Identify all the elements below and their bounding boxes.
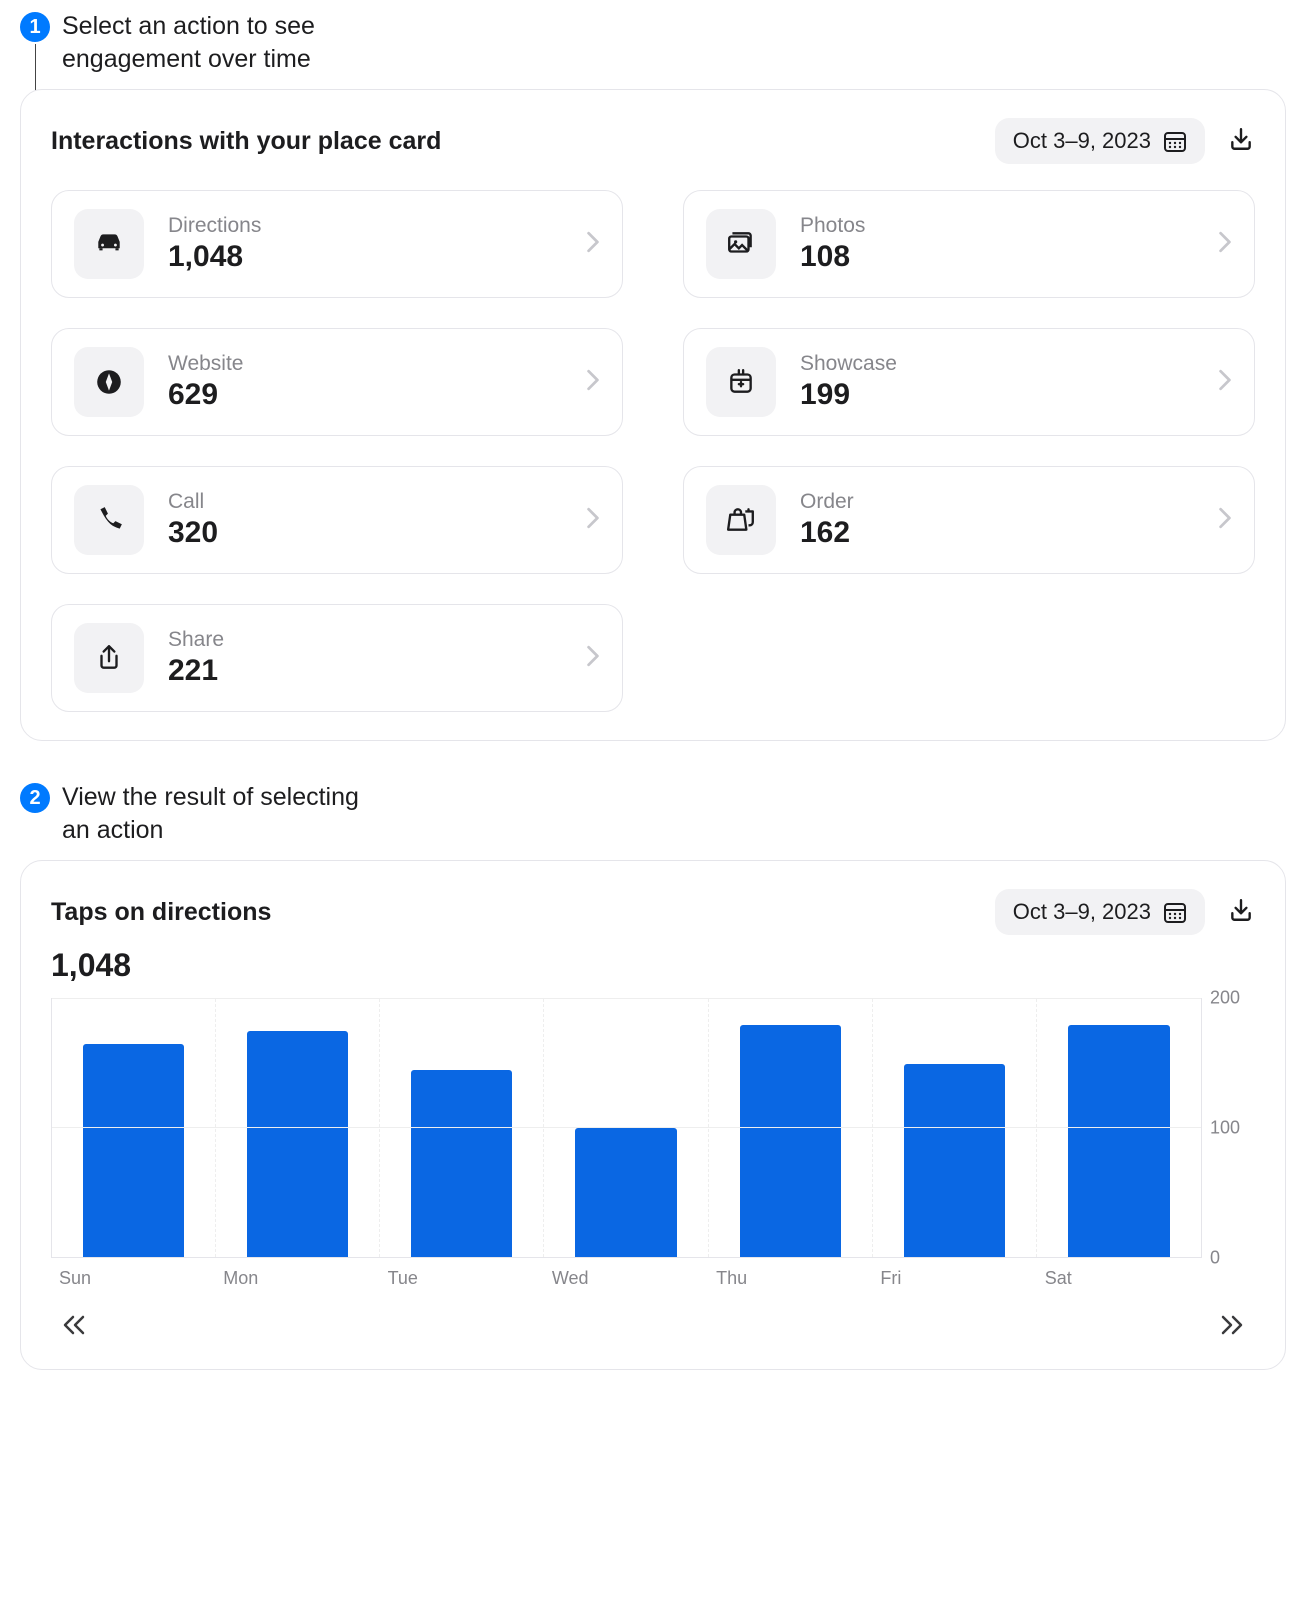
chart-prev-button[interactable] [57, 1313, 91, 1341]
x-tick: Fri [872, 1268, 1036, 1289]
chevron-double-right-icon [1219, 1314, 1245, 1341]
chart-bar [904, 1064, 1005, 1258]
calendar-icon [1163, 900, 1187, 924]
download-icon [1228, 897, 1254, 928]
tile-value: 108 [800, 240, 1194, 274]
chevron-right-icon [1218, 231, 1232, 258]
chart-date-range-label: Oct 3–9, 2023 [1013, 899, 1151, 925]
annotation-text-2: View the result of selecting an action [62, 781, 382, 846]
annotation-2: 2 View the result of selecting an action [20, 781, 1286, 846]
x-tick: Tue [380, 1268, 544, 1289]
chevron-right-icon [586, 231, 600, 258]
download-button[interactable] [1227, 127, 1255, 155]
chart-card: Taps on directions Oct 3–9, 2023 1,048 0… [20, 860, 1286, 1370]
tile-label: Photos [800, 214, 1194, 238]
chart-bar-tue [380, 999, 544, 1257]
chart-bar-wed [544, 999, 708, 1257]
bag-icon [706, 485, 776, 555]
chart-bar-sat [1037, 999, 1201, 1257]
chart-bar-fri [873, 999, 1037, 1257]
chart-next-button[interactable] [1215, 1313, 1249, 1341]
car-icon [74, 209, 144, 279]
annotation-text-1: Select an action to see engagement over … [62, 10, 382, 75]
tile-label: Share [168, 628, 562, 652]
chart-bar [411, 1070, 512, 1257]
download-icon [1228, 126, 1254, 157]
action-tile-showcase[interactable]: Showcase199 [683, 328, 1255, 436]
x-tick: Thu [708, 1268, 872, 1289]
share-icon [74, 623, 144, 693]
chart-total: 1,048 [51, 947, 1255, 984]
chevron-right-icon [586, 507, 600, 534]
action-tile-order[interactable]: Order162 [683, 466, 1255, 574]
date-range-picker[interactable]: Oct 3–9, 2023 [995, 118, 1205, 164]
chevron-double-left-icon [61, 1314, 87, 1341]
x-tick: Sat [1037, 1268, 1201, 1289]
chart-plot-area: 0100200 [51, 998, 1255, 1258]
action-tile-share[interactable]: Share221 [51, 604, 623, 712]
tile-label: Call [168, 490, 562, 514]
action-tile-website[interactable]: Website629 [51, 328, 623, 436]
chart-bar [740, 1025, 841, 1257]
interactions-card: Interactions with your place card Oct 3–… [20, 89, 1286, 741]
chart-download-button[interactable] [1227, 898, 1255, 926]
action-tile-photos[interactable]: Photos108 [683, 190, 1255, 298]
chevron-right-icon [1218, 369, 1232, 396]
tile-value: 629 [168, 378, 562, 412]
action-tile-directions[interactable]: Directions1,048 [51, 190, 623, 298]
chart-bar-thu [709, 999, 873, 1257]
x-tick: Mon [215, 1268, 379, 1289]
y-tick: 100 [1210, 1118, 1240, 1139]
phone-icon [74, 485, 144, 555]
chart-bar-sun [52, 999, 216, 1257]
tile-label: Website [168, 352, 562, 376]
chart-title: Taps on directions [51, 898, 271, 927]
tile-value: 199 [800, 378, 1194, 412]
y-tick: 200 [1210, 988, 1240, 1009]
calendar-icon [1163, 129, 1187, 153]
tile-label: Showcase [800, 352, 1194, 376]
chart-bar-mon [216, 999, 380, 1257]
tile-value: 221 [168, 654, 562, 688]
annotation-badge-1: 1 [20, 12, 50, 42]
tile-label: Order [800, 490, 1194, 514]
annotation-badge-2: 2 [20, 783, 50, 813]
chart-bar [575, 1128, 676, 1257]
chart-date-range-picker[interactable]: Oct 3–9, 2023 [995, 889, 1205, 935]
chevron-right-icon [586, 369, 600, 396]
card-title: Interactions with your place card [51, 127, 441, 156]
chart-bar [247, 1031, 348, 1257]
date-range-label: Oct 3–9, 2023 [1013, 128, 1151, 154]
y-tick: 0 [1210, 1248, 1220, 1269]
chart-bar [83, 1044, 184, 1257]
tile-value: 1,048 [168, 240, 562, 274]
tile-label: Directions [168, 214, 562, 238]
compass-icon [74, 347, 144, 417]
tile-value: 320 [168, 516, 562, 550]
x-tick: Sun [51, 1268, 215, 1289]
action-tile-call[interactable]: Call320 [51, 466, 623, 574]
tile-value: 162 [800, 516, 1194, 550]
photos-icon [706, 209, 776, 279]
chevron-right-icon [586, 645, 600, 672]
chart-bar [1068, 1025, 1170, 1257]
x-tick: Wed [544, 1268, 708, 1289]
showcase-icon [706, 347, 776, 417]
annotation-1: 1 Select an action to see engagement ove… [20, 10, 1286, 75]
chevron-right-icon [1218, 507, 1232, 534]
